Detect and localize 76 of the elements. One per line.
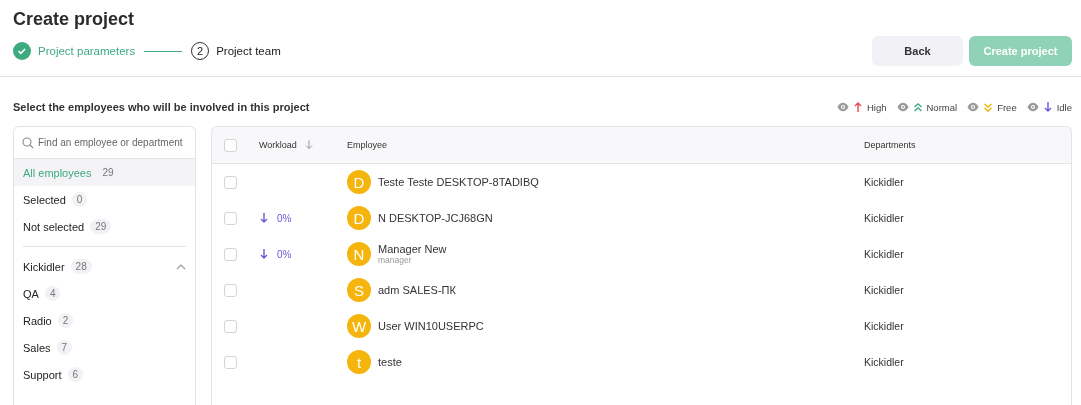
- double-chevron-down-icon: [983, 101, 994, 113]
- avatar: t: [347, 350, 371, 374]
- filter-label: Not selected: [23, 220, 85, 233]
- workload-value: 0%: [277, 212, 292, 224]
- eye-icon: [1026, 102, 1039, 112]
- department-label: Radio: [23, 314, 52, 327]
- eye-icon: [896, 102, 909, 112]
- filter-item[interactable]: Not selected 29: [14, 213, 195, 240]
- legend-label: Free: [997, 101, 1017, 113]
- department-name: Kickidler: [864, 212, 904, 224]
- filter-label: All employees: [23, 166, 92, 179]
- legend-label: High: [866, 101, 887, 113]
- employee-role: manager: [378, 255, 413, 265]
- checkbox[interactable]: [224, 319, 237, 333]
- employee-name: User WIN10USERPC: [378, 320, 484, 332]
- department-name: Kickidler: [864, 284, 904, 296]
- arrow-down-icon: [1042, 101, 1053, 113]
- section-title: Select the employees who will be involved in this project: [13, 101, 310, 113]
- back-button[interactable]: Back: [872, 36, 963, 66]
- count-badge: 0: [71, 192, 88, 207]
- department-label: Support: [23, 368, 62, 381]
- department-label: QA: [23, 287, 39, 300]
- page-title: Create project: [13, 8, 136, 31]
- avatar: W: [347, 314, 371, 338]
- employee-name: Manager New: [378, 243, 447, 255]
- arrow-down-icon: [259, 212, 269, 224]
- count-badge: 28: [70, 259, 92, 274]
- department-name: Kickidler: [864, 248, 904, 260]
- department-label: Kickidler: [23, 260, 65, 273]
- step-connector: [144, 50, 183, 52]
- arrow-down-icon: [259, 248, 269, 260]
- count-badge: 2: [57, 313, 74, 328]
- legend-label: Idle: [1056, 101, 1072, 113]
- employee-name: Teste Teste DESKTOP-8TADIBQ: [378, 176, 539, 188]
- column-header[interactable]: Workload: [259, 140, 297, 150]
- step-label: Project team: [216, 45, 281, 57]
- employee-name: N DESKTOP-JCJ68GN: [378, 212, 493, 224]
- checkbox[interactable]: [224, 355, 237, 369]
- department-item[interactable]: QA 4: [14, 280, 195, 307]
- eye-icon: [967, 102, 980, 112]
- employee-name: teste: [378, 356, 402, 368]
- avatar: S: [347, 278, 371, 302]
- sort-down-icon: [304, 140, 313, 150]
- step-label: Project parameters: [38, 45, 136, 57]
- eye-icon: [836, 102, 849, 112]
- avatar: D: [347, 170, 371, 194]
- department-label: Sales: [23, 341, 51, 354]
- department-item[interactable]: Support 6: [14, 361, 195, 388]
- count-badge: 7: [56, 340, 73, 355]
- workload-value: 0%: [277, 248, 292, 260]
- department-name: Kickidler: [864, 356, 904, 368]
- search-icon: [22, 136, 34, 149]
- count-badge: 29: [90, 219, 112, 234]
- column-header: Employee: [347, 140, 388, 150]
- double-chevron-up-icon: [912, 101, 923, 113]
- employee-name: adm SALES-ПК: [378, 284, 456, 296]
- checkbox[interactable]: [224, 283, 237, 297]
- checkbox[interactable]: [224, 247, 237, 261]
- department-name: Kickidler: [864, 176, 904, 188]
- department-name: Kickidler: [864, 320, 904, 332]
- checkbox[interactable]: [224, 211, 237, 225]
- avatar: D: [347, 206, 371, 230]
- filter-item[interactable]: All employees 29: [14, 159, 195, 186]
- filter-item[interactable]: Selected 0: [14, 186, 195, 213]
- department-item[interactable]: Kickidler 28: [14, 253, 195, 280]
- filter-label: Selected: [23, 193, 66, 206]
- arrow-up-icon: [852, 101, 863, 113]
- count-badge: 4: [44, 286, 61, 301]
- column-header: Departments: [864, 140, 916, 150]
- checkbox[interactable]: [224, 175, 237, 189]
- avatar: N: [347, 242, 371, 266]
- department-item[interactable]: Sales 7: [14, 334, 195, 361]
- checkbox[interactable]: [224, 138, 237, 152]
- legend-label: Normal: [926, 101, 958, 113]
- count-badge: 6: [67, 367, 84, 382]
- department-item[interactable]: Radio 2: [14, 307, 195, 334]
